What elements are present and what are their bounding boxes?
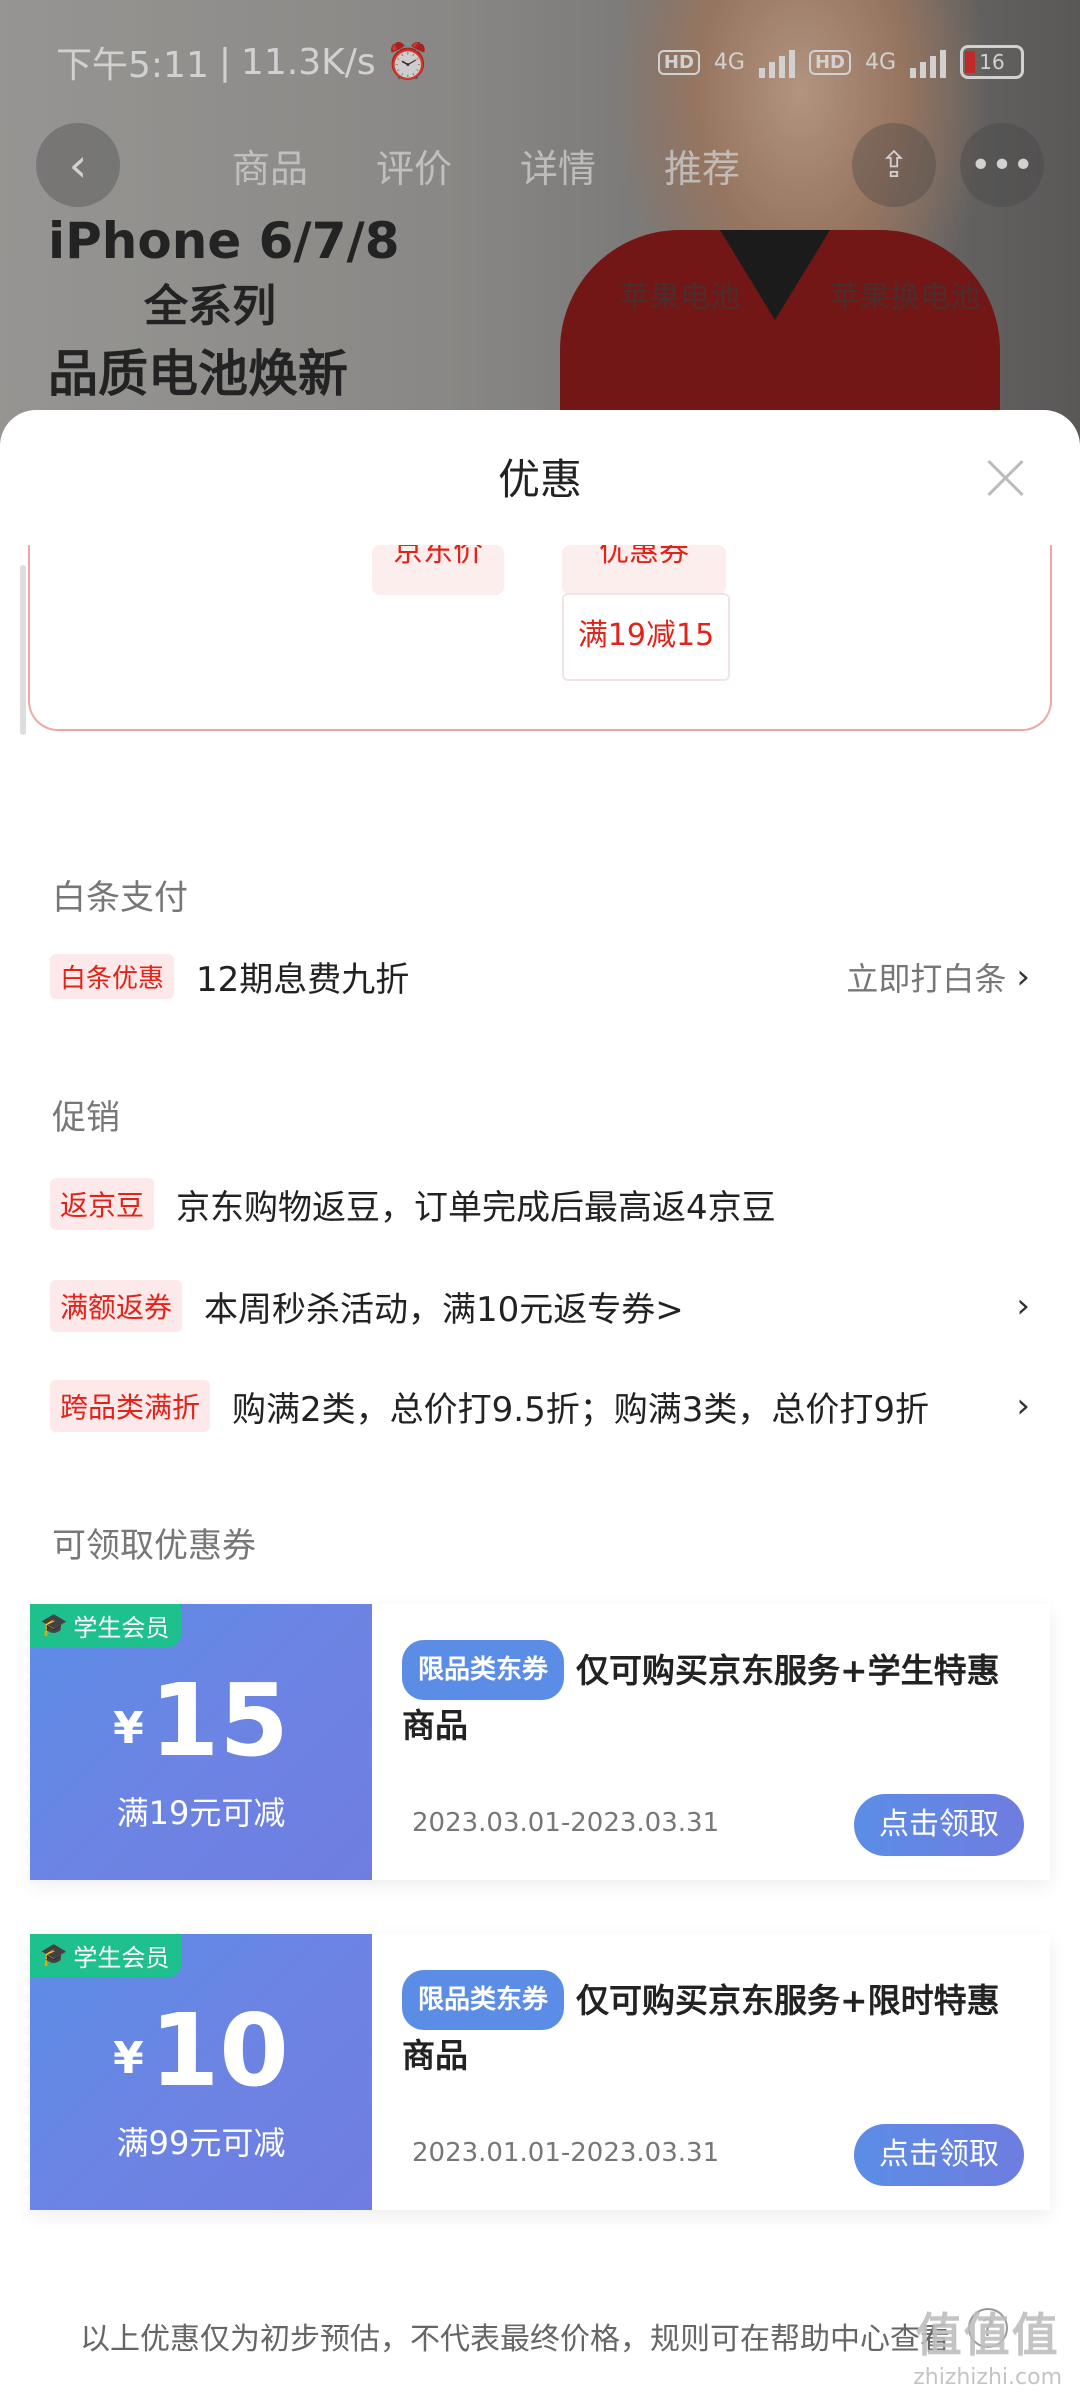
- watermark-url: zhizhizhi.com: [913, 2365, 1062, 2390]
- currency-symbol: ¥: [113, 2033, 144, 2084]
- promo-row-2[interactable]: 满额返券 本周秒杀活动，满10元返专券> ›: [50, 1280, 1030, 1332]
- coupon-date-range: 2023.01.01-2023.03.31: [412, 2138, 720, 2168]
- chevron-right-icon: ›: [1016, 956, 1030, 997]
- coupon-section-label: 可领取优惠券: [52, 1526, 256, 1566]
- coupon-card-1: 🎓 学生会员 ¥15 满19元可减 限品类东券 仅可购买京东服务+学生特惠商品 20…: [24, 1604, 1050, 1880]
- coupon-type-tag: 限品类东券: [402, 1640, 565, 1700]
- coupon-info: 限品类东券 仅可购买京东服务+学生特惠商品: [402, 1640, 1026, 1752]
- coupon-type-tag: 限品类东券: [402, 1970, 565, 2030]
- baitiao-row[interactable]: 白条优惠 12期息费九折 立即打白条 ›: [50, 952, 1030, 1001]
- close-icon[interactable]: [986, 458, 1026, 498]
- promo-section-label: 促销: [52, 1098, 120, 1138]
- coupon-value-panel: 🎓 学生会员 ¥15 满19元可减: [24, 1604, 372, 1880]
- promo-row-1: 返京豆 京东购物返豆，订单完成后最高返4京豆: [50, 1178, 1030, 1230]
- promo-text: 京东购物返豆，订单完成后最高返4京豆: [176, 1187, 776, 1228]
- promo-tag: 返京豆: [50, 1178, 155, 1230]
- dim-overlay[interactable]: [0, 0, 1080, 460]
- badge-label: 学生会员: [73, 1614, 170, 1642]
- chevron-right-icon: ›: [1016, 1386, 1030, 1426]
- promo-row-3[interactable]: 跨品类满折 购满2类，总价打9.5折；购满3类，总价打9折 ›: [50, 1380, 1030, 1432]
- price-calc-card: 京东价 优惠券 满19减15: [28, 545, 1052, 731]
- coupon-description: 限品类东券 仅可购买京东服务+限时特惠商品: [402, 1970, 1026, 2082]
- promo-tag: 满额返券: [50, 1280, 183, 1332]
- chevron-right-icon: ›: [1016, 1286, 1030, 1326]
- baitiao-section-label: 白条支付: [52, 878, 188, 918]
- baitiao-tag: 白条优惠: [50, 954, 175, 999]
- amount-value: 15: [149, 1662, 289, 1779]
- coupon-info: 限品类东券 仅可购买京东服务+限时特惠商品: [402, 1970, 1026, 2082]
- coupon-condition: 满99元可减: [116, 2124, 286, 2162]
- student-badge: 🎓 学生会员: [30, 1934, 182, 1977]
- coupon-condition: 满19元可减: [116, 1794, 286, 1832]
- claim-coupon-button[interactable]: 点击领取: [854, 2124, 1024, 2186]
- baitiao-text: 12期息费九折: [196, 960, 410, 1000]
- graduation-cap-icon: 🎓: [40, 1613, 68, 1638]
- coupon-value-panel: 🎓 学生会员 ¥10 满99元可减: [24, 1934, 372, 2210]
- sheet-title: 优惠: [497, 455, 582, 504]
- coupon-amount: ¥15: [30, 1662, 372, 1779]
- baitiao-action[interactable]: 立即打白条: [846, 954, 1006, 1000]
- graduation-cap-icon: 🎓: [40, 1943, 68, 1968]
- promo-text: 本周秒杀活动，满10元返专券>: [204, 1289, 684, 1330]
- footer-disclaimer: 以上优惠仅为初步预估，不代表最终价格，规则可在帮助中心查看: [80, 2322, 950, 2357]
- jd-price-tag: 京东价: [372, 545, 504, 595]
- coupon-card-2: 🎓 学生会员 ¥10 满99元可减 限品类东券 仅可购买京东服务+限时特惠商品 20…: [24, 1934, 1050, 2210]
- student-badge: 🎓 学生会员: [30, 1604, 182, 1647]
- amount-value: 10: [149, 1992, 289, 2109]
- coupon-rule-box: 满19减15: [562, 593, 730, 681]
- coupon-tag: 优惠券: [562, 545, 726, 595]
- scroll-indicator: [20, 565, 26, 735]
- coupon-amount: ¥10: [30, 1992, 372, 2109]
- badge-label: 学生会员: [73, 1944, 170, 1972]
- watermark: 值值值 zhizhizhi.com: [913, 2299, 1062, 2390]
- coupon-description: 限品类东券 仅可购买京东服务+学生特惠商品: [402, 1640, 1026, 1752]
- claim-coupon-button[interactable]: 点击领取: [854, 1794, 1024, 1856]
- coupon-date-range: 2023.03.01-2023.03.31: [412, 1808, 720, 1838]
- promo-tag: 跨品类满折: [50, 1380, 211, 1432]
- promo-text: 购满2类，总价打9.5折；购满3类，总价打9折: [232, 1389, 929, 1430]
- watermark-logo: 值值值: [915, 2308, 1060, 2362]
- currency-symbol: ¥: [113, 1703, 144, 1754]
